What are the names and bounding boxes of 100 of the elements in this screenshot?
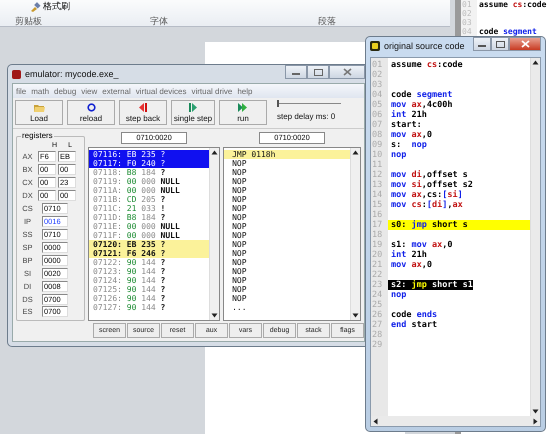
maximize-icon [314, 68, 322, 76]
menu-item[interactable]: file [16, 86, 26, 96]
line-number: 10 [371, 150, 384, 160]
memory-row[interactable]: 07123: 90 144 ? [89, 267, 210, 276]
down-arrow-icon [532, 409, 539, 414]
instruction-row[interactable]: NOP [224, 276, 350, 285]
ribbon-group-label: 字体 [150, 15, 168, 28]
toolbar-button[interactable]: run [219, 100, 267, 125]
code-line: mov ax,0 [390, 130, 432, 140]
line-number: 18 [371, 230, 384, 240]
up-arrow-icon [352, 150, 359, 155]
group-title: registers [21, 131, 54, 140]
scrollbar[interactable] [530, 58, 540, 416]
line-number: 29 [371, 340, 384, 350]
menu-item[interactable]: math [31, 86, 50, 96]
memory-row[interactable]: 07117: F0 240 ? [89, 159, 210, 168]
toolbar-button[interactable]: step back [119, 100, 167, 125]
step-delay-slider[interactable] [277, 100, 341, 109]
menu-item[interactable]: help [237, 86, 252, 96]
window-title: emulator: mycode.exe_ [25, 69, 119, 79]
down-arrow-icon [352, 313, 359, 318]
code-line: int 21h [390, 250, 427, 260]
circle-icon [86, 102, 96, 112]
horizontal-scrollbar[interactable] [371, 416, 540, 426]
instruction-row[interactable]: NOP [224, 222, 350, 231]
memory-row[interactable]: 0711C: 21 033 ! [89, 204, 210, 213]
maximize-icon [496, 40, 504, 48]
instruction-row[interactable]: NOP [224, 195, 350, 204]
memory-row[interactable]: 07119: 00 000 NULL [89, 177, 210, 186]
step-icon [188, 102, 198, 112]
instruction-row[interactable]: NOP [224, 249, 350, 258]
instruction-row[interactable]: NOP [224, 267, 350, 276]
code-line: mov di,offset s [390, 170, 468, 180]
instruction-row[interactable]: NOP [224, 204, 350, 213]
line-number: 25 [371, 300, 384, 310]
code-line: assume cs:code [390, 60, 463, 70]
memory-row[interactable]: 0711D: B8 184 ? [89, 213, 210, 222]
close-button[interactable] [509, 37, 541, 51]
format-painter-button[interactable]: 格式刷 [30, 0, 70, 13]
line-number: 09 [371, 140, 384, 150]
close-icon [520, 40, 530, 48]
instruction-row[interactable]: NOP [224, 285, 350, 294]
instruction-row[interactable]: ... [224, 303, 350, 312]
app-icon [370, 41, 380, 51]
instruction-row[interactable]: NOP [224, 159, 350, 168]
memory-row[interactable]: 07122: 90 144 ? [89, 258, 210, 267]
menu-item[interactable]: view [81, 86, 98, 96]
memory-row[interactable]: 07120: EB 235 ? [89, 240, 210, 249]
memory-row[interactable]: 07125: 90 144 ? [89, 285, 210, 294]
maximize-button[interactable] [307, 65, 329, 79]
ribbon-group-label: 段落 [318, 15, 336, 28]
instruction-row[interactable]: NOP [224, 258, 350, 267]
instruction-row[interactable]: NOP [224, 168, 350, 177]
line-number: 24 [371, 290, 384, 300]
maximize-button[interactable] [491, 37, 509, 51]
menu-item[interactable]: virtual drive [191, 86, 232, 96]
instruction-row[interactable]: JMP 0118h [224, 150, 350, 159]
line-number: 23 [371, 280, 384, 290]
minimize-button[interactable] [285, 65, 307, 79]
line-number: 08 [371, 130, 384, 140]
instruction-row[interactable]: NOP [224, 186, 350, 195]
code-line: int 21h [390, 110, 427, 120]
memory-row[interactable]: 07118: B8 184 ? [89, 168, 210, 177]
scrollbar[interactable] [350, 148, 360, 320]
line-number: 21 [371, 260, 384, 270]
memory-row[interactable]: 0711A: 00 000 NULL [89, 186, 210, 195]
menu-item[interactable]: external [102, 86, 131, 96]
menu-item[interactable]: virtual devices [136, 86, 186, 96]
instruction-row[interactable]: NOP [224, 231, 350, 240]
instruction-row[interactable]: NOP [224, 213, 350, 222]
scrollbar[interactable] [209, 148, 220, 320]
instruction-row[interactable]: NOP [224, 240, 350, 249]
memory-row[interactable]: 07116: EB 235 ? [89, 150, 210, 159]
code-line: code segment [478, 27, 537, 36]
toolbar-button[interactable]: Load [15, 100, 63, 125]
memory-row[interactable]: 0711B: CD 205 ? [89, 195, 210, 204]
instruction-row[interactable]: NOP [224, 294, 350, 303]
line-number: 27 [371, 320, 384, 330]
memory-row[interactable]: 07124: 90 144 ? [89, 276, 210, 285]
memory-row[interactable]: 0711E: 00 000 NULL [89, 222, 210, 231]
line-number: 12 [371, 170, 384, 180]
line-number: 16 [371, 210, 384, 220]
line-number: 20 [371, 250, 384, 260]
left-arrow-icon [373, 418, 378, 424]
menu-item[interactable]: debug [54, 86, 76, 96]
code-line: nop [390, 290, 406, 300]
minimize-button[interactable] [473, 37, 491, 51]
close-button[interactable] [329, 65, 365, 79]
memory-row[interactable]: 07127: 90 144 ? [89, 303, 210, 312]
instruction-row[interactable]: NOP [224, 177, 350, 186]
step-back-icon [138, 102, 148, 112]
toolbar-button[interactable]: single step [171, 100, 215, 125]
memory-row[interactable]: 07121: F6 246 ? [89, 249, 210, 258]
memory-row[interactable]: 0711F: 00 000 NULL [89, 231, 210, 240]
play-icon [238, 102, 248, 112]
code-line: mov si,offset s2 [390, 180, 473, 190]
code-line: s1: mov ax,0 [390, 240, 452, 250]
memory-row[interactable]: 07126: 90 144 ? [89, 294, 210, 303]
toolbar-button[interactable]: reload [67, 100, 115, 125]
window-title: original source code [384, 41, 465, 51]
